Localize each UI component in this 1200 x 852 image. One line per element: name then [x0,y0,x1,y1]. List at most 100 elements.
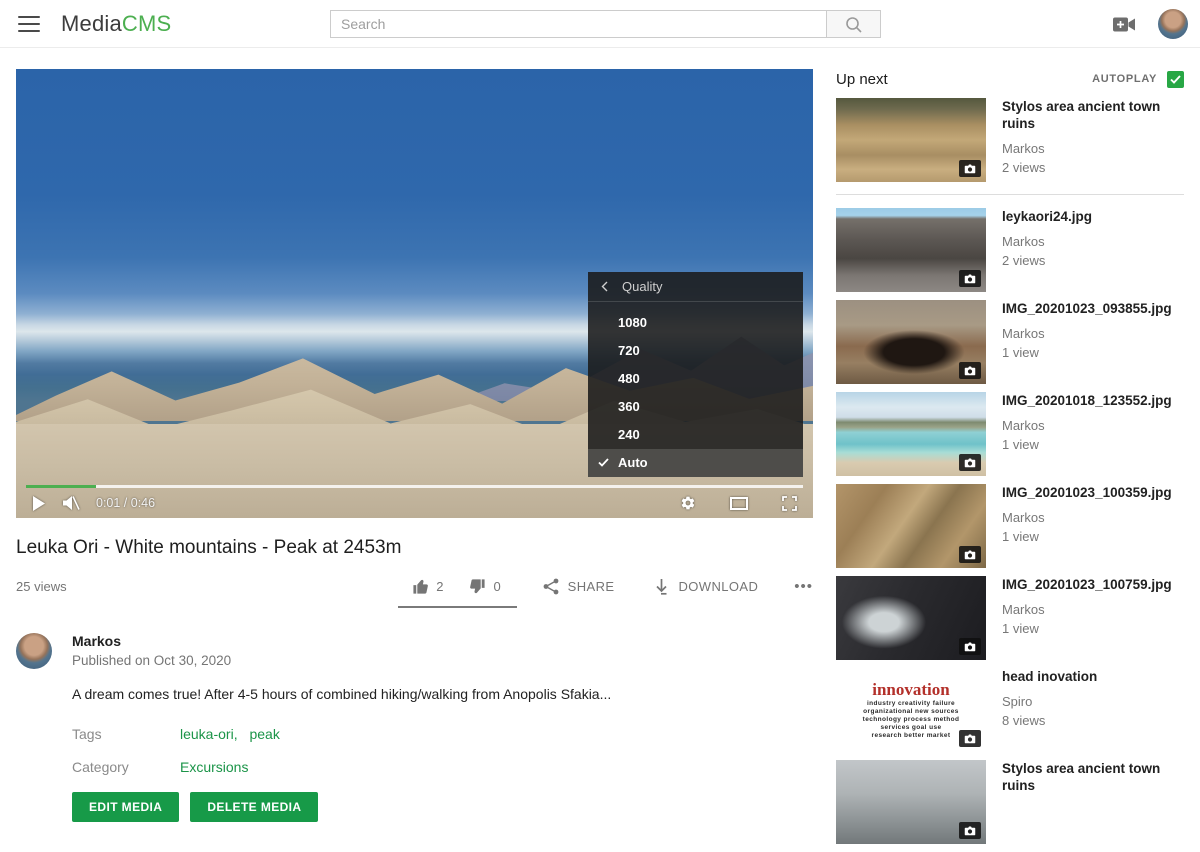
media-views: 2 views [1002,160,1184,175]
download-icon [654,578,669,595]
media-author: Markos [1002,326,1172,341]
search-icon [844,15,863,34]
video-player[interactable]: Quality 1080 720 480 360 240 Auto 0:01 [16,69,813,518]
action-bar: 2 0 SHARE DOWNLOAD ••• [412,578,813,595]
thumbnail[interactable] [836,760,986,844]
category-link[interactable]: Excursions [180,759,248,775]
media-author: Markos [1002,602,1172,617]
list-item[interactable]: IMG_20201023_100759.jpg Markos 1 view [836,576,1184,660]
thumbnail[interactable] [836,484,986,568]
list-item[interactable]: innovationindustry creativity failureorg… [836,668,1184,752]
chevron-left-icon [601,281,608,292]
quality-options: 1080 720 480 360 240 Auto [588,302,803,477]
quality-option-480[interactable]: 480 [588,365,803,393]
logo[interactable]: MediaCMS [61,11,171,37]
like-count: 2 [436,579,443,594]
camera-icon [959,454,981,471]
media-author: Markos [1002,510,1172,525]
author-section: Markos Published on Oct 30, 2020 [16,633,813,669]
media-title[interactable]: IMG_20201018_123552.jpg [1002,393,1172,410]
media-title[interactable]: Stylos area ancient town ruins [1002,761,1184,795]
media-description: A dream comes true! After 4-5 hours of c… [72,686,813,702]
mute-button[interactable] [62,495,80,511]
fullscreen-icon [782,496,797,511]
list-item[interactable]: Stylos area ancient town ruins Markos 2 … [836,98,1184,182]
menu-icon[interactable] [18,16,40,32]
tag-link-peak[interactable]: peak [249,726,279,742]
thumbnail[interactable] [836,576,986,660]
settings-button[interactable] [680,495,696,511]
up-next-sidebar: Up next AUTOPLAY Stylos area ancient tow… [836,70,1184,852]
autoplay-control: AUTOPLAY [1092,71,1184,88]
play-icon [32,496,46,511]
more-options-button[interactable]: ••• [794,578,813,595]
media-title[interactable]: IMG_20201023_093855.jpg [1002,301,1172,318]
main-content: Quality 1080 720 480 360 240 Auto 0:01 [16,69,813,822]
quality-option-720[interactable]: 720 [588,337,803,365]
thumbnail[interactable] [836,208,986,292]
fullscreen-button[interactable] [782,496,797,511]
ellipsis-icon: ••• [794,578,813,595]
tag-link-leuka-ori[interactable]: leuka-ori, [180,726,238,742]
list-item[interactable]: Stylos area ancient town ruins [836,760,1184,844]
camera-icon [959,362,981,379]
search-button[interactable] [826,10,881,38]
share-button[interactable]: SHARE [543,578,615,595]
tags-label: Tags [72,726,180,742]
camera-icon [959,160,981,177]
author-avatar[interactable] [16,633,52,669]
page-title: Leuka Ori - White mountains - Peak at 24… [16,537,813,559]
divider [836,194,1184,195]
quality-option-240[interactable]: 240 [588,421,803,449]
logo-cms: CMS [122,11,172,36]
control-bar: 0:01 / 0:46 [16,488,813,518]
media-views: 1 view [1002,437,1172,452]
camera-icon [959,270,981,287]
list-item[interactable]: IMG_20201023_093855.jpg Markos 1 view [836,300,1184,384]
media-author: Markos [1002,141,1184,156]
thumbnail[interactable] [836,300,986,384]
camera-icon [959,730,981,747]
search-input[interactable] [330,10,826,38]
quality-option-360[interactable]: 360 [588,393,803,421]
rating-group: 2 0 [412,578,502,595]
media-title[interactable]: head inovation [1002,669,1097,686]
user-avatar[interactable] [1158,9,1188,39]
list-item[interactable]: leykaori24.jpg Markos 2 views [836,208,1184,292]
theater-mode-button[interactable] [730,497,748,510]
time-display: 0:01 / 0:46 [96,496,155,510]
media-views: 1 view [1002,621,1172,636]
quality-option-auto[interactable]: Auto [588,449,803,477]
quality-menu-back[interactable]: Quality [588,272,803,302]
play-button[interactable] [32,496,46,511]
media-title[interactable]: IMG_20201023_100359.jpg [1002,485,1172,502]
upload-media-icon[interactable] [1113,16,1136,33]
media-views: 8 views [1002,713,1097,728]
download-button[interactable]: DOWNLOAD [654,578,758,595]
media-views: 2 views [1002,253,1092,268]
publish-date: Published on Oct 30, 2020 [72,653,231,668]
category-label: Category [72,759,180,775]
quality-menu: Quality 1080 720 480 360 240 Auto [588,272,803,477]
quality-option-1080[interactable]: 1080 [588,309,803,337]
delete-media-button[interactable]: DELETE MEDIA [190,792,318,822]
autoplay-checkbox[interactable] [1167,71,1184,88]
thumbnail[interactable]: innovationindustry creativity failureorg… [836,668,986,752]
theater-mode-icon [730,497,748,510]
dislike-button[interactable]: 0 [469,578,500,595]
author-name[interactable]: Markos [72,633,231,649]
media-title[interactable]: leykaori24.jpg [1002,209,1092,226]
thumbnail[interactable] [836,392,986,476]
list-item[interactable]: IMG_20201023_100359.jpg Markos 1 view [836,484,1184,568]
media-views: 1 view [1002,529,1172,544]
edit-media-button[interactable]: EDIT MEDIA [72,792,179,822]
thumbnail[interactable] [836,98,986,182]
media-title[interactable]: IMG_20201023_100759.jpg [1002,577,1172,594]
top-bar: MediaCMS [0,0,1200,48]
media-title[interactable]: Stylos area ancient town ruins [1002,99,1184,133]
up-next-list: Stylos area ancient town ruins Markos 2 … [836,98,1184,844]
media-author: Markos [1002,234,1092,249]
like-button[interactable]: 2 [412,578,443,595]
list-item[interactable]: IMG_20201018_123552.jpg Markos 1 view [836,392,1184,476]
media-author: Markos [1002,418,1172,433]
